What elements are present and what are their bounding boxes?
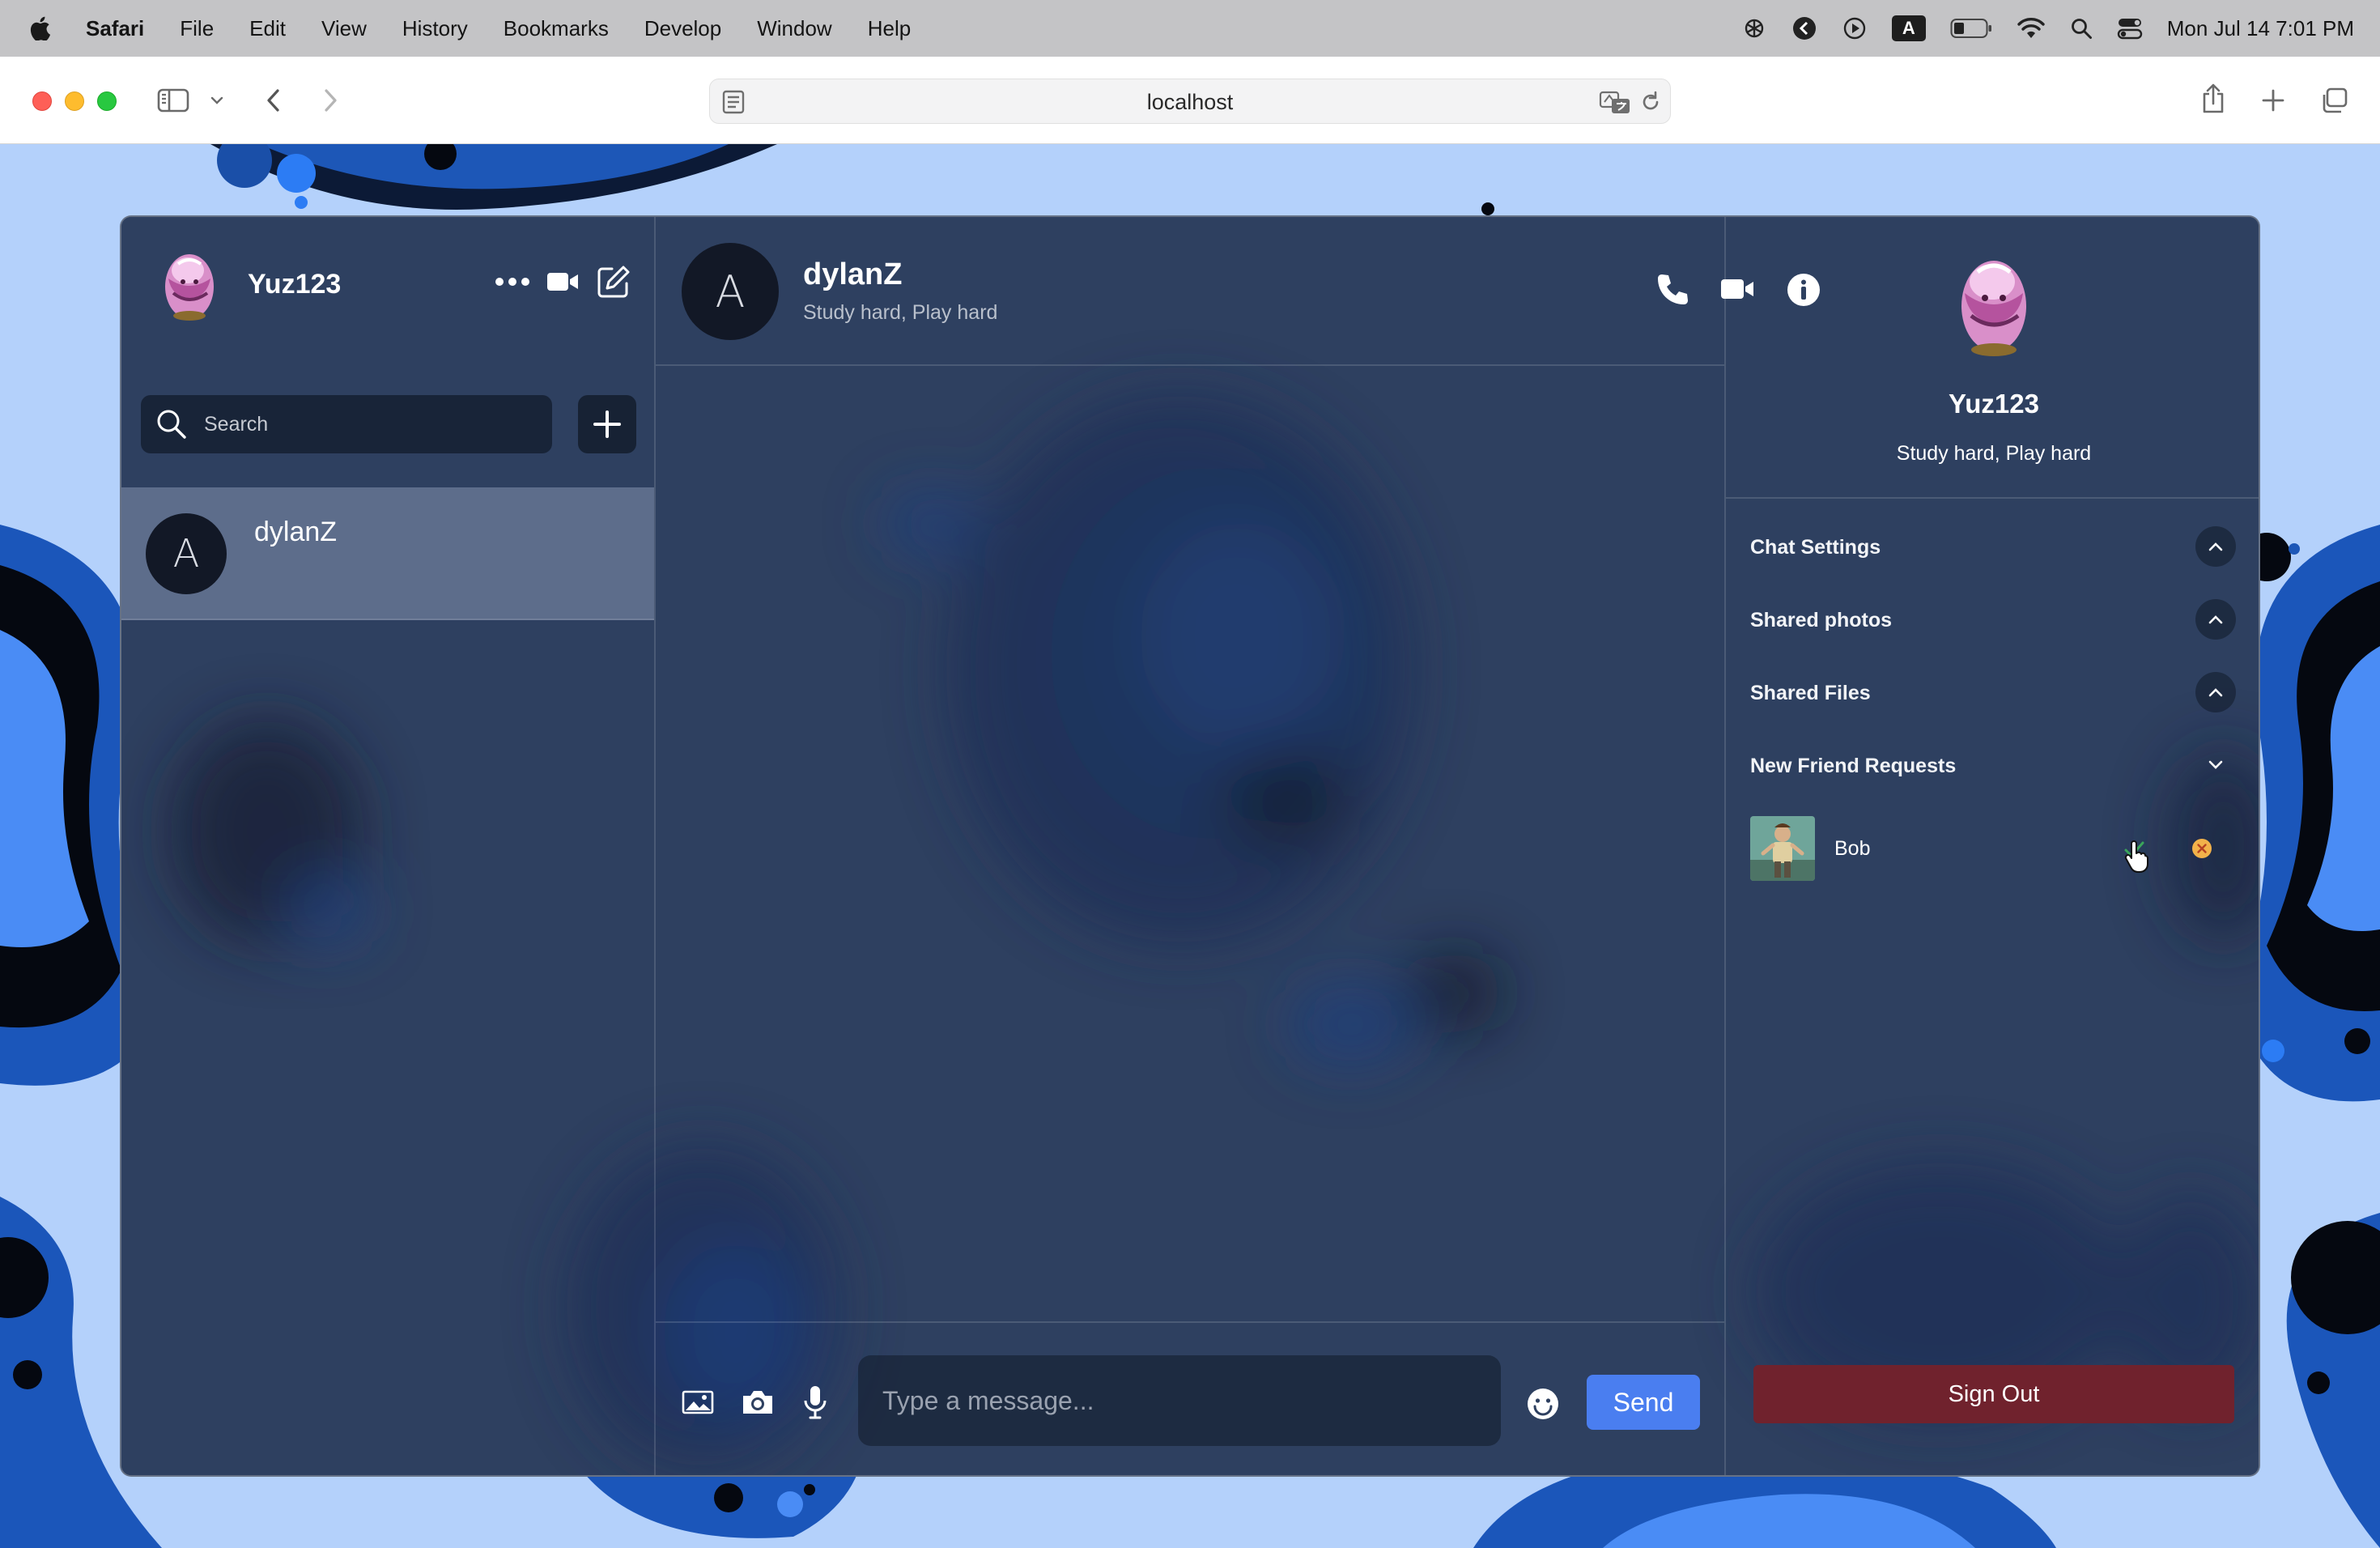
accept-request-button[interactable]	[2118, 832, 2150, 865]
message-input[interactable]	[882, 1355, 1481, 1446]
menu-history[interactable]: History	[402, 16, 468, 41]
new-tab-icon[interactable]	[2257, 84, 2289, 117]
wifi-icon[interactable]	[2017, 17, 2046, 40]
user-avatar[interactable]	[151, 246, 228, 324]
section-title: Shared photos	[1750, 609, 1893, 632]
message-composer: Send	[656, 1321, 1724, 1475]
window-zoom-button[interactable]	[97, 91, 117, 111]
image-upload-icon[interactable]	[682, 1389, 714, 1415]
chevron-up-icon[interactable]	[2195, 526, 2236, 567]
address-bar-url[interactable]: localhost	[710, 79, 1670, 125]
phone-call-icon[interactable]	[1655, 272, 1690, 308]
sidebar: Yuz123 A dylanZ	[121, 217, 656, 1475]
more-options-icon[interactable]	[494, 274, 531, 290]
chat-contact-avatar[interactable]: A	[682, 243, 779, 340]
translate-icon[interactable]	[1599, 89, 1633, 115]
battery-icon[interactable]	[1950, 17, 1992, 40]
share-icon[interactable]	[2197, 81, 2229, 117]
openai-status-icon[interactable]	[1741, 15, 1767, 41]
window-minimize-button[interactable]	[65, 91, 84, 111]
chat-contact-status: Study hard, Play hard	[803, 301, 998, 324]
chevron-up-icon[interactable]	[2195, 599, 2236, 640]
chat-contact-name: dylanZ	[803, 257, 903, 291]
friend-request-avatar	[1750, 816, 1815, 881]
play-status-icon[interactable]	[1842, 15, 1868, 41]
camera-icon[interactable]	[740, 1388, 776, 1417]
friend-request-name: Bob	[1834, 837, 1871, 860]
menu-bookmarks[interactable]: Bookmarks	[504, 16, 609, 41]
chat-app-window: Yuz123 A dylanZ A dylanZ Study hard	[120, 215, 2260, 1477]
emoji-icon[interactable]	[1525, 1386, 1561, 1422]
profile-status: Study hard, Play hard	[1896, 442, 2092, 465]
plus-icon	[593, 410, 621, 438]
profile-username: Yuz123	[1949, 389, 2039, 419]
input-source-icon[interactable]: A	[1891, 15, 1926, 41]
section-chat-settings[interactable]: Chat Settings	[1750, 526, 2236, 572]
forward-icon[interactable]	[314, 84, 346, 117]
message-list[interactable]	[656, 368, 1724, 1325]
menu-help[interactable]: Help	[868, 16, 911, 41]
menubar-clock[interactable]: Mon Jul 14 7:01 PM	[2167, 16, 2354, 41]
checkmark-icon	[2124, 841, 2144, 858]
scroll-arrow-status-icon[interactable]	[1791, 15, 1817, 41]
decline-request-button[interactable]	[2191, 837, 2213, 860]
section-title: Chat Settings	[1750, 536, 1881, 559]
menu-view[interactable]: View	[321, 16, 367, 41]
spotlight-search-icon[interactable]	[2070, 17, 2093, 40]
chevron-up-icon[interactable]	[2195, 672, 2236, 712]
section-shared-photos[interactable]: Shared photos	[1750, 599, 2236, 644]
section-new-friend-requests[interactable]: New Friend Requests	[1750, 745, 2236, 790]
sign-out-button[interactable]: Sign Out	[1753, 1365, 2234, 1423]
contact-name: dylanZ	[254, 517, 338, 547]
send-button[interactable]: Send	[1587, 1375, 1700, 1430]
tab-group-chevron-down-icon[interactable]	[207, 91, 227, 110]
section-title: New Friend Requests	[1750, 755, 1957, 777]
apple-menu-icon[interactable]	[29, 16, 50, 40]
chat-panel: A dylanZ Study hard, Play hard Type a me…	[656, 217, 1820, 1475]
contact-list-item[interactable]: A dylanZ	[121, 487, 654, 620]
chat-header: A dylanZ Study hard, Play hard	[656, 217, 1820, 366]
menu-window[interactable]: Window	[757, 16, 831, 41]
video-call-icon[interactable]	[546, 269, 580, 295]
microphone-icon[interactable]	[803, 1384, 827, 1420]
add-contact-button[interactable]	[578, 395, 636, 453]
details-panel: Yuz123 Study hard, Play hard Chat Settin…	[1726, 217, 2259, 1475]
search-input[interactable]	[204, 395, 544, 453]
search-box[interactable]	[141, 395, 552, 453]
back-icon[interactable]	[257, 84, 290, 117]
search-icon	[155, 408, 188, 440]
section-shared-files[interactable]: Shared Files	[1750, 672, 2236, 717]
tab-overview-icon[interactable]	[2317, 84, 2351, 117]
macos-menu-bar: Safari File Edit View History Bookmarks …	[0, 0, 2380, 57]
menu-edit[interactable]: Edit	[249, 16, 286, 41]
sidebar-toggle-icon[interactable]	[155, 86, 191, 115]
contact-avatar: A	[146, 513, 227, 594]
control-center-icon[interactable]	[2117, 16, 2143, 40]
reload-icon[interactable]	[1639, 91, 1662, 113]
profile-divider	[1726, 497, 2259, 499]
menu-develop[interactable]: Develop	[644, 16, 721, 41]
friend-request-item: Bob	[1750, 816, 2236, 881]
compose-icon[interactable]	[596, 264, 631, 300]
menu-file[interactable]: File	[180, 16, 214, 41]
menu-app-name[interactable]: Safari	[86, 16, 144, 41]
section-title: Shared Files	[1750, 682, 1871, 704]
close-icon	[2192, 839, 2212, 858]
message-input-box[interactable]	[858, 1355, 1501, 1446]
window-close-button[interactable]	[32, 91, 52, 111]
chevron-down-icon[interactable]	[2195, 745, 2236, 785]
current-username: Yuz123	[248, 269, 342, 300]
page-settings-icon[interactable]	[721, 89, 746, 115]
profile-avatar	[1944, 249, 2044, 359]
address-bar[interactable]: localhost	[709, 79, 1671, 124]
